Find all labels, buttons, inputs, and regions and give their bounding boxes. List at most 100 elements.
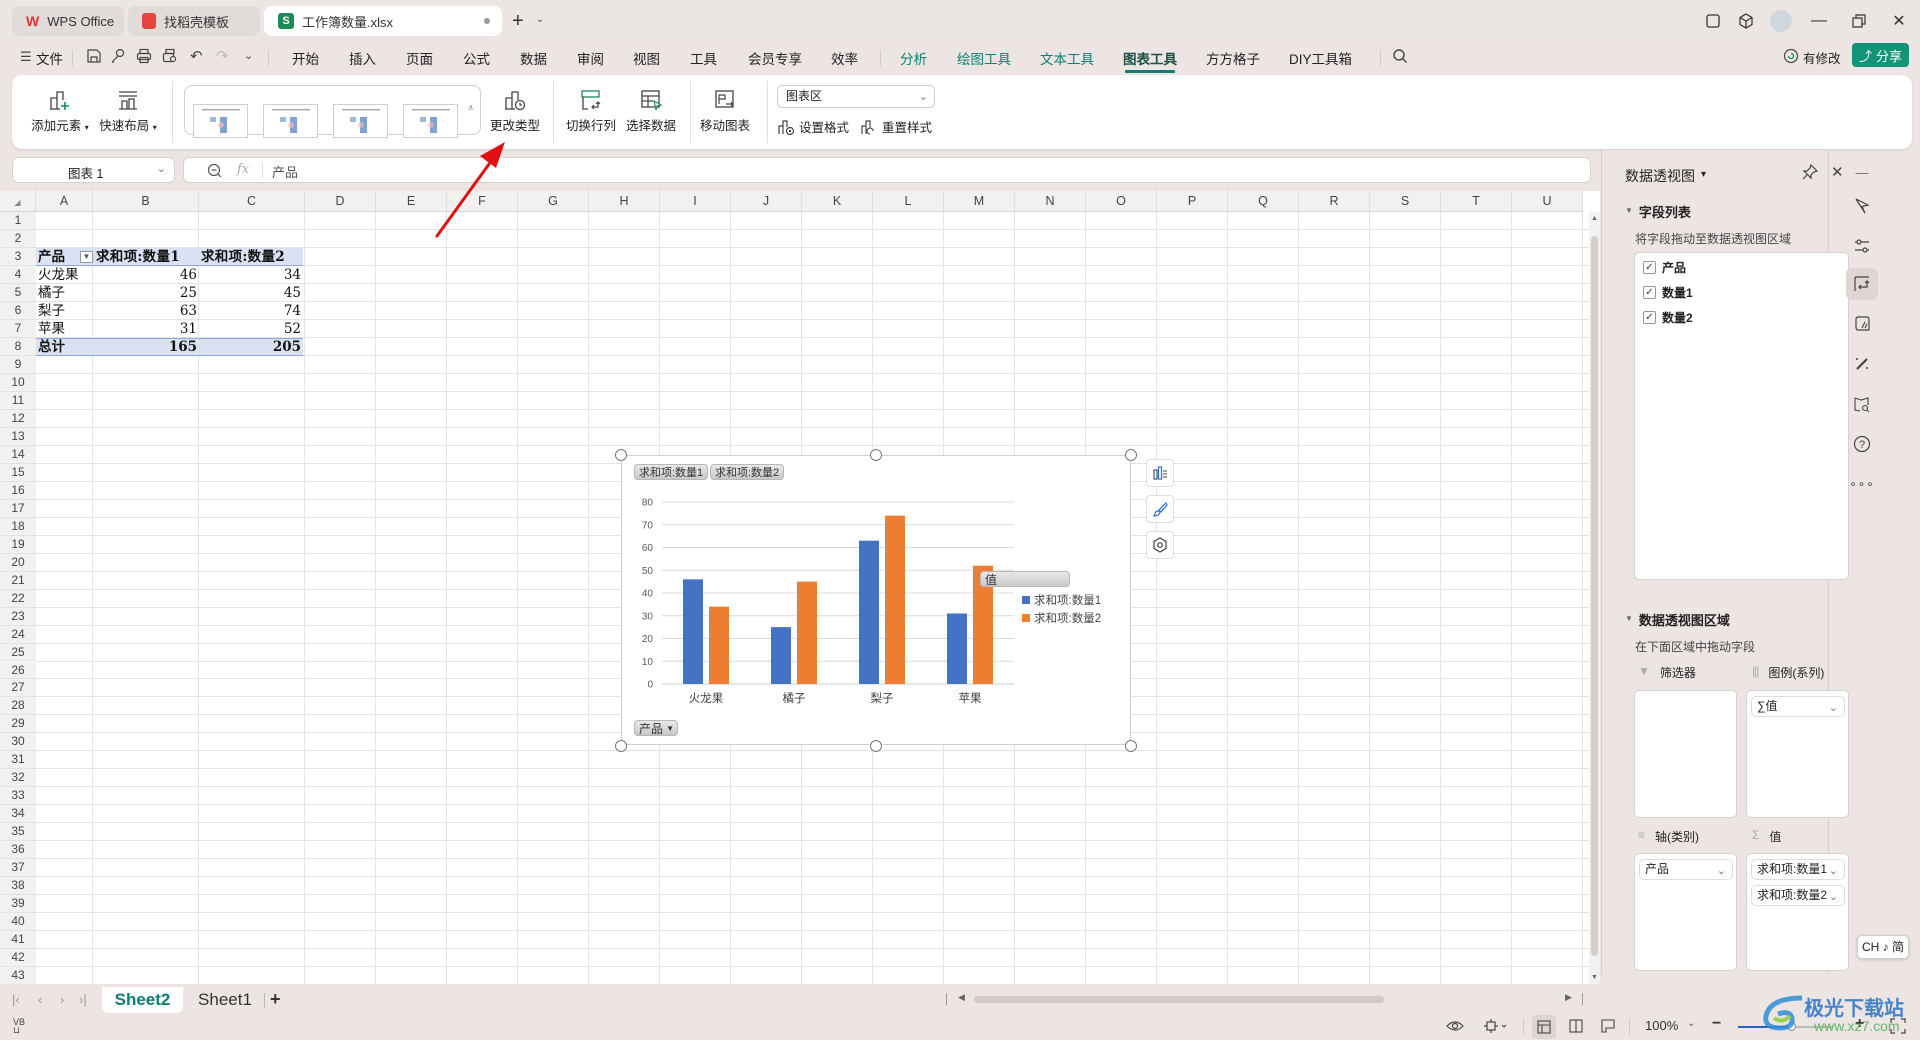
pivot-header-sum2[interactable]: 求和项:数量2 — [201, 248, 285, 266]
field-item[interactable]: ✓ 产品 — [1643, 259, 1686, 276]
menu-data[interactable]: 数据 — [520, 48, 547, 68]
reading-view-icon[interactable] — [1601, 1019, 1615, 1033]
column-header-g[interactable]: G — [518, 191, 589, 212]
menu-fangfang[interactable]: 方方格子 — [1206, 48, 1260, 68]
row-header-30[interactable]: 30 — [0, 733, 36, 752]
chart-style-thumbnail-3[interactable] — [333, 104, 388, 138]
column-header-o[interactable]: O — [1086, 191, 1157, 212]
row-header-29[interactable]: 29 — [0, 715, 36, 734]
macro-vba-icon[interactable]: VB ⊔ — [13, 1018, 25, 1035]
sheet-tab-sheet1[interactable]: Sheet1 — [190, 987, 260, 1013]
column-header-r[interactable]: R — [1299, 191, 1370, 212]
tab-list-chevron-icon[interactable]: ⌄ — [536, 14, 544, 25]
row-header-3[interactable]: 3 — [0, 247, 36, 266]
select-pointer-icon[interactable] — [1846, 190, 1878, 222]
column-header-d[interactable]: D — [305, 191, 376, 212]
row-header-15[interactable]: 15 — [0, 463, 36, 482]
avatar[interactable] — [1768, 8, 1794, 34]
pivot-row-sum2[interactable]: 74 — [240, 302, 301, 320]
cube-icon[interactable] — [1733, 8, 1759, 34]
pivot-row-sum2[interactable]: 52 — [240, 320, 301, 338]
new-tab-button[interactable]: + — [512, 10, 524, 33]
pivot-header-sum1[interactable]: 求和项:数量1 — [96, 248, 180, 266]
ime-indicator[interactable]: CH ♪ 简 — [1857, 935, 1909, 959]
pivot-row-label[interactable]: 苹果 — [38, 320, 65, 338]
menu-efficiency[interactable]: 效率 — [831, 48, 858, 68]
column-header-b[interactable]: B — [93, 191, 199, 212]
row-header-39[interactable]: 39 — [0, 895, 36, 914]
search-icon[interactable] — [1392, 48, 1408, 64]
row-header-1[interactable]: 1 — [0, 212, 36, 230]
row-header-32[interactable]: 32 — [0, 769, 36, 788]
menu-drawing-tools[interactable]: 绘图工具 — [957, 48, 1011, 68]
column-header-n[interactable]: N — [1015, 191, 1086, 212]
select-all-corner[interactable]: ◢ — [0, 191, 36, 212]
pivot-row-sum1[interactable]: 31 — [140, 320, 197, 338]
row-header-41[interactable]: 41 — [0, 931, 36, 950]
menu-review[interactable]: 审阅 — [577, 48, 604, 68]
menu-chart-tools[interactable]: 图表工具 — [1123, 48, 1177, 68]
field-item[interactable]: ✓ 数量2 — [1643, 309, 1693, 326]
pivot-panel-icon[interactable] — [1846, 268, 1878, 300]
window-mode-icon[interactable] — [1700, 8, 1726, 34]
legend-field-button[interactable]: 值 — [980, 571, 1070, 587]
menu-text-tools[interactable]: 文本工具 — [1040, 48, 1094, 68]
row-header-26[interactable]: 26 — [0, 661, 36, 680]
scroll-down-icon[interactable]: ▼ — [1591, 974, 1598, 981]
row-header-4[interactable]: 4 — [0, 265, 36, 284]
column-header-j[interactable]: J — [731, 191, 802, 212]
pivot-filter-dropdown-icon[interactable]: ▼ — [80, 251, 93, 263]
move-chart-button[interactable]: 移动图表 — [698, 85, 752, 134]
panel-title[interactable]: 数据透视图 ▾ — [1625, 166, 1706, 186]
scroll-right-icon[interactable]: ▶ — [1565, 992, 1572, 1003]
quick-access-chevron-icon[interactable]: ⌄ — [244, 49, 253, 62]
normal-view-icon[interactable] — [1532, 1015, 1556, 1039]
tab-workbook[interactable]: S 工作簿数量.xlsx — [264, 6, 502, 36]
row-header-31[interactable]: 31 — [0, 751, 36, 770]
row-header-34[interactable]: 34 — [0, 805, 36, 824]
menu-formula[interactable]: 公式 — [463, 48, 490, 68]
menu-file[interactable]: 文件 — [36, 48, 63, 68]
pivot-chart[interactable]: 求和项:数量1 求和项:数量2 0 10 20 30 40 50 60 70 80 火龙果 橘子 梨子… — [621, 455, 1131, 745]
column-header-t[interactable]: T — [1441, 191, 1512, 212]
resize-handle-top[interactable] — [870, 449, 882, 461]
vertical-scrollbar[interactable]: ▲ ▼ — [1589, 212, 1600, 984]
pivot-total-label[interactable]: 总计 — [38, 338, 65, 356]
name-box[interactable]: 图表 1 ⌄ — [12, 157, 175, 183]
pivot-header-product[interactable]: 产品 — [38, 248, 65, 266]
axis-drop-area[interactable]: 产品 ⌄ — [1634, 853, 1737, 971]
row-header-12[interactable]: 12 — [0, 409, 36, 428]
menu-page[interactable]: 页面 — [406, 48, 433, 68]
switch-row-column-button[interactable]: 切换行列 — [564, 85, 618, 134]
zoom-out-button[interactable]: − — [1712, 1015, 1721, 1033]
row-header-43[interactable]: 43 — [0, 967, 36, 984]
add-sheet-button[interactable]: + — [270, 989, 281, 1010]
row-header-38[interactable]: 38 — [0, 877, 36, 896]
scroll-up-icon[interactable]: ▲ — [1591, 215, 1598, 222]
row-header-22[interactable]: 22 — [0, 589, 36, 608]
chart-element-select[interactable]: 图表区 ⌄ — [777, 85, 935, 108]
zoom-dropdown-icon[interactable]: ⌄ — [1687, 1018, 1695, 1029]
row-header-42[interactable]: 42 — [0, 949, 36, 968]
menu-member[interactable]: 会员专享 — [748, 48, 802, 68]
pivot-row-sum1[interactable]: 63 — [140, 302, 197, 320]
row-header-35[interactable]: 35 — [0, 823, 36, 842]
resize-handle-bottom-left[interactable] — [615, 740, 627, 752]
axis-field-button[interactable]: 产品 ▼ — [634, 720, 678, 736]
minimize-icon[interactable]: — — [1806, 8, 1832, 34]
row-header-24[interactable]: 24 — [0, 625, 36, 644]
pivot-row-label[interactable]: 橘子 — [38, 284, 65, 302]
print-icon[interactable] — [136, 48, 152, 64]
share-button[interactable]: ⤴ 分享 — [1852, 43, 1909, 67]
quick-layout-button[interactable]: 快速布局 ▾ — [98, 85, 158, 134]
ai-assistant-icon[interactable] — [1846, 308, 1878, 340]
pin-icon[interactable] — [1802, 164, 1818, 180]
change-type-button[interactable]: 更改类型 — [488, 85, 542, 134]
collapse-rail-icon[interactable]: — — [1846, 156, 1878, 188]
restore-icon[interactable] — [1846, 8, 1872, 34]
zoom-formula-icon[interactable] — [207, 163, 222, 178]
tab-wps-office[interactable]: W WPS Office — [12, 6, 124, 36]
row-header-2[interactable]: 2 — [0, 229, 36, 248]
column-header-u[interactable]: U — [1512, 191, 1583, 212]
page-break-view-icon[interactable] — [1569, 1019, 1583, 1033]
